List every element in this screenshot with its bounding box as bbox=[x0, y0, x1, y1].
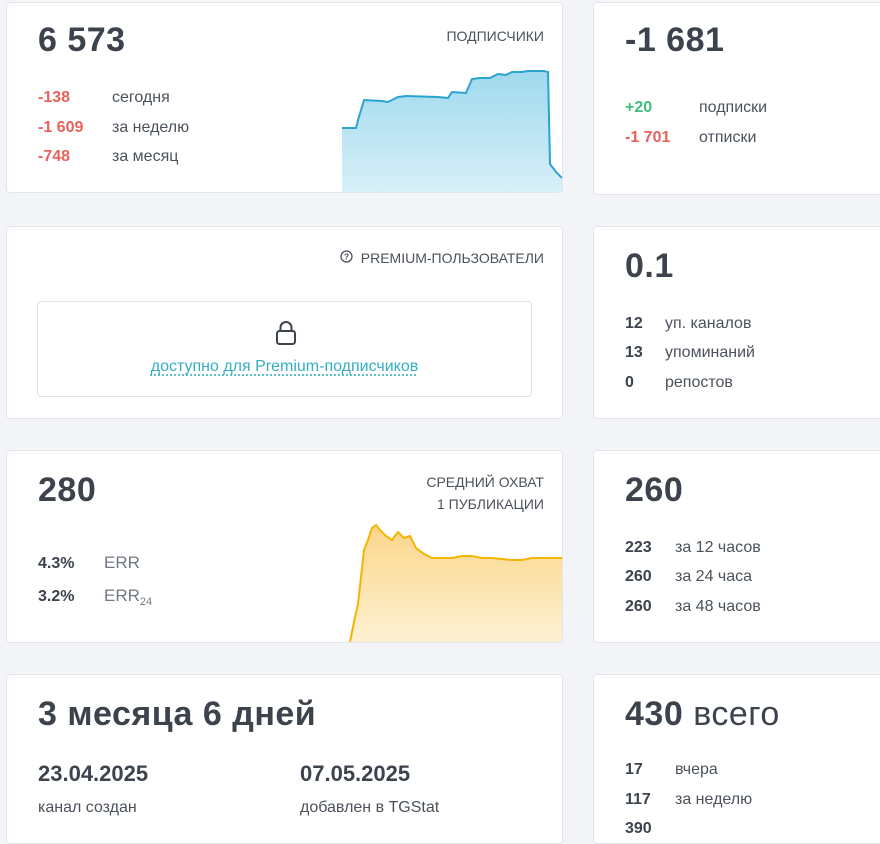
reach-err-value: 4.3% bbox=[38, 555, 75, 572]
premium-label: PREMIUM-ПОЛЬЗОВАТЕЛИ bbox=[360, 250, 544, 266]
posts-total: 430 всего bbox=[625, 695, 780, 734]
reach-err24-label: ERR bbox=[104, 586, 140, 605]
reach-err-label: ERR bbox=[104, 553, 140, 572]
posts-week-label: за неделю bbox=[675, 791, 753, 808]
net-change-total: -1 681 bbox=[625, 21, 725, 59]
views-24h-label: за 24 часа bbox=[675, 568, 753, 585]
net-change-card: -1 681 +20 подписки -1 701 отписки bbox=[593, 2, 880, 195]
added-label: добавлен в TGStat bbox=[300, 799, 440, 816]
citation-channels-value: 12 bbox=[625, 315, 643, 332]
reach-card: 280 СРЕДНИЙ ОХВАТ 1 ПУБЛИКАЦИИ 4.3% ERR … bbox=[6, 450, 563, 643]
reach-label-line2: 1 ПУБЛИКАЦИИ bbox=[436, 496, 544, 512]
net-unsubscribed-label: отписки bbox=[699, 129, 757, 146]
views-48h-row: 260 за 48 часов bbox=[625, 598, 761, 616]
premium-lock-box: доступно для Premium-подписчиков bbox=[37, 301, 532, 397]
views-24h-row: 260 за 24 часа bbox=[625, 568, 752, 586]
views-card: 260 223 за 12 часов 260 за 24 часа 260 з… bbox=[593, 450, 880, 643]
svg-text:?: ? bbox=[344, 252, 349, 262]
reach-label: СРЕДНИЙ ОХВАТ 1 ПУБЛИКАЦИИ bbox=[426, 471, 544, 515]
subscribers-today-value: -138 bbox=[38, 89, 71, 106]
reach-total: 280 bbox=[38, 471, 97, 509]
citation-mentions-label: упоминаний bbox=[665, 344, 755, 361]
subscribers-label: ПОДПИСЧИКИ bbox=[446, 28, 544, 44]
views-48h-value: 260 bbox=[625, 598, 652, 615]
subscribers-week-label: за неделю bbox=[112, 119, 190, 136]
reach-label-line1: СРЕДНИЙ ОХВАТ bbox=[426, 474, 544, 490]
premium-link[interactable]: доступно для Premium-подписчиков bbox=[38, 358, 531, 376]
net-subscribed-value: +20 bbox=[625, 99, 653, 116]
subscribers-month-label: за месяц bbox=[112, 148, 179, 165]
citation-mentions-row: 13 упоминаний bbox=[625, 344, 755, 362]
views-24h-value: 260 bbox=[625, 568, 652, 585]
citation-channels-row: 12 уп. каналов bbox=[625, 315, 751, 333]
citation-mentions-value: 13 bbox=[625, 344, 643, 361]
subscribers-card: 6 573 ПОДПИСЧИКИ -138 сегодня -1 609 за … bbox=[6, 2, 563, 193]
question-circle-icon[interactable]: ? bbox=[340, 247, 353, 269]
reach-err24-subscript: 24 bbox=[139, 596, 153, 608]
posts-yesterday-row: 17 вчера bbox=[625, 761, 718, 779]
age-card: 3 месяца 6 дней 23.04.2025 канал создан … bbox=[6, 674, 563, 844]
reach-err24-row: 3.2% ERR24 bbox=[38, 586, 152, 608]
subscribers-week-row: -1 609 за неделю bbox=[38, 119, 189, 137]
citation-reposts-value: 0 bbox=[625, 374, 634, 391]
posts-count-suffix: всего bbox=[693, 695, 780, 733]
views-12h-label: за 12 часов bbox=[675, 539, 761, 556]
created-label: канал создан bbox=[38, 799, 137, 816]
net-subscribed-label: подписки bbox=[699, 99, 768, 116]
citation-reposts-label: репостов bbox=[665, 374, 733, 391]
citation-total: 0.1 bbox=[625, 247, 674, 285]
reach-sparkline bbox=[349, 523, 562, 642]
net-unsubscribed-row: -1 701 отписки bbox=[625, 129, 756, 147]
subscribers-month-row: -748 за месяц bbox=[38, 148, 178, 166]
premium-card: ? PREMIUM-ПОЛЬЗОВАТЕЛИ доступно для Prem… bbox=[6, 226, 563, 419]
subscribers-total: 6 573 bbox=[38, 21, 126, 59]
reach-err-row: 4.3% ERR bbox=[38, 553, 140, 573]
citation-channels-label: уп. каналов bbox=[665, 315, 752, 332]
posts-yesterday-label: вчера bbox=[675, 761, 718, 778]
views-12h-value: 223 bbox=[625, 539, 652, 556]
views-48h-label: за 48 часов bbox=[675, 598, 761, 615]
net-subscribed-row: +20 подписки bbox=[625, 99, 767, 117]
views-12h-row: 223 за 12 часов bbox=[625, 539, 761, 557]
lock-icon bbox=[275, 320, 297, 351]
added-date: 07.05.2025 bbox=[300, 761, 411, 786]
created-date: 23.04.2025 bbox=[38, 761, 149, 786]
posts-count: 430 bbox=[625, 695, 684, 733]
subscribers-week-value: -1 609 bbox=[38, 119, 84, 136]
posts-week-value: 117 bbox=[625, 791, 651, 808]
subscribers-today-label: сегодня bbox=[112, 89, 170, 106]
posts-card: 430 всего 17 вчера 117 за неделю 390 bbox=[593, 674, 880, 844]
views-total: 260 bbox=[625, 471, 684, 509]
citation-card: 0.1 12 уп. каналов 13 упоминаний 0 репос… bbox=[593, 226, 880, 419]
posts-week-row: 117 за неделю bbox=[625, 791, 752, 809]
subscribers-today-row: -138 сегодня bbox=[38, 89, 170, 107]
citation-reposts-row: 0 репостов bbox=[625, 374, 733, 392]
posts-month-value: 390 bbox=[625, 820, 652, 837]
subscribers-month-value: -748 bbox=[38, 148, 71, 165]
premium-header: ? PREMIUM-ПОЛЬЗОВАТЕЛИ bbox=[340, 247, 544, 269]
net-unsubscribed-value: -1 701 bbox=[625, 129, 671, 146]
subscribers-sparkline bbox=[342, 70, 562, 192]
age-total: 3 месяца 6 дней bbox=[38, 695, 317, 733]
reach-err24-value: 3.2% bbox=[38, 588, 75, 605]
posts-yesterday-value: 17 bbox=[625, 761, 643, 778]
posts-month-row: 390 bbox=[625, 820, 675, 838]
